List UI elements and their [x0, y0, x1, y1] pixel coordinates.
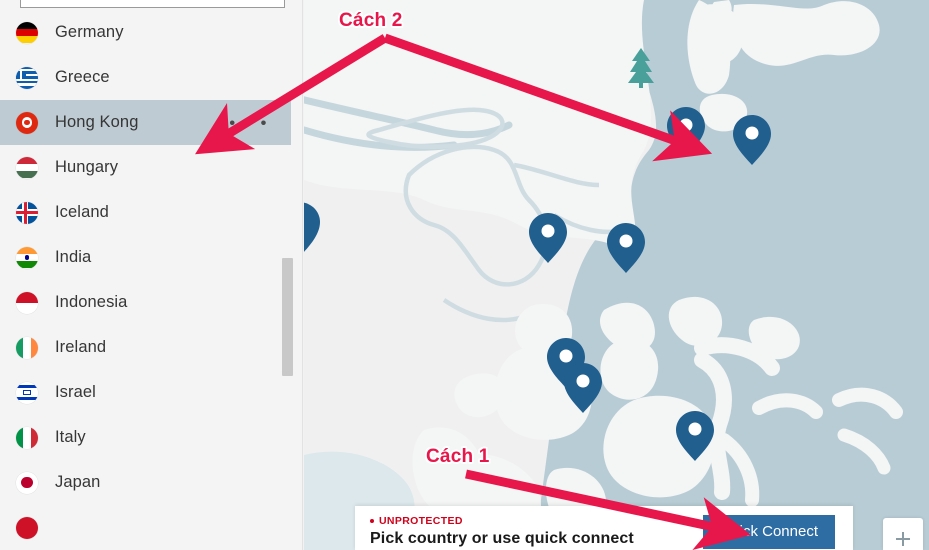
flag-germany-icon: [16, 21, 38, 44]
country-row-italy[interactable]: Italy: [0, 415, 302, 460]
country-row-ireland[interactable]: Ireland: [0, 325, 302, 370]
country-row-indonesia[interactable]: Indonesia: [0, 280, 302, 325]
pin-hong-kong[interactable]: [664, 104, 708, 160]
flag-hungary-icon: [16, 156, 38, 179]
status-dot-icon: [370, 519, 374, 523]
country-label: Indonesia: [55, 293, 128, 311]
country-label: Greece: [55, 68, 110, 86]
country-row-hungary[interactable]: Hungary: [0, 145, 302, 190]
flag-india-icon: [16, 246, 38, 269]
country-row-greece[interactable]: Greece: [0, 55, 302, 100]
flag-hong-kong-icon: [16, 111, 38, 134]
flag-israel-icon: [16, 381, 38, 404]
country-list[interactable]: Germany Greece Hong Kong • • • Hungary Icelan…: [0, 10, 302, 550]
map-zoom-in-button[interactable]: [883, 518, 923, 550]
country-row-israel[interactable]: Israel: [0, 370, 302, 415]
status-badge: UNPROTECTED: [379, 515, 463, 527]
country-label: Hungary: [55, 158, 119, 176]
flag-indonesia-icon: [16, 291, 38, 314]
pin-indonesia[interactable]: [673, 408, 717, 464]
world-map[interactable]: [304, 0, 929, 550]
quick-connect-button[interactable]: Quick Connect: [702, 515, 835, 549]
flag-greece-icon: [16, 66, 38, 89]
country-label: Germany: [55, 23, 124, 41]
vpn-app-window: Germany Greece Hong Kong • • • Hungary Icelan…: [0, 0, 929, 550]
country-label: India: [55, 248, 92, 266]
country-row-japan[interactable]: Japan: [0, 460, 302, 505]
country-label: Hong Kong: [55, 113, 139, 131]
country-row-iceland[interactable]: Iceland: [0, 190, 302, 235]
country-label: Japan: [55, 473, 101, 491]
country-label: Ireland: [55, 338, 107, 356]
pin-vietnam[interactable]: [526, 210, 570, 266]
pin-philippines[interactable]: [604, 220, 648, 276]
country-row-hong-kong[interactable]: Hong Kong • • •: [0, 100, 291, 145]
pin-singapore[interactable]: [561, 360, 605, 416]
flag-italy-icon: [16, 426, 38, 449]
flag-iceland-icon: [16, 201, 38, 224]
country-row[interactable]: [0, 505, 302, 550]
flag-jordan-icon: [16, 516, 38, 539]
row-overflow-menu-icon[interactable]: • • •: [229, 114, 269, 131]
country-row-germany[interactable]: Germany: [0, 10, 302, 55]
country-label: Italy: [55, 428, 86, 446]
search-input[interactable]: [20, 0, 285, 8]
pine-tree-icon: [628, 48, 654, 88]
country-label: Iceland: [55, 203, 109, 221]
pin-taiwan[interactable]: [730, 112, 774, 168]
country-label: Israel: [55, 383, 96, 401]
flag-ireland-icon: [16, 336, 38, 359]
flag-japan-icon: [16, 471, 38, 494]
sidebar-scrollbar-thumb[interactable]: [282, 258, 293, 376]
country-row-india[interactable]: India: [0, 235, 302, 280]
country-sidebar: Germany Greece Hong Kong • • • Hungary Icelan…: [0, 0, 303, 550]
connection-panel: UNPROTECTED Pick country or use quick co…: [355, 506, 853, 550]
